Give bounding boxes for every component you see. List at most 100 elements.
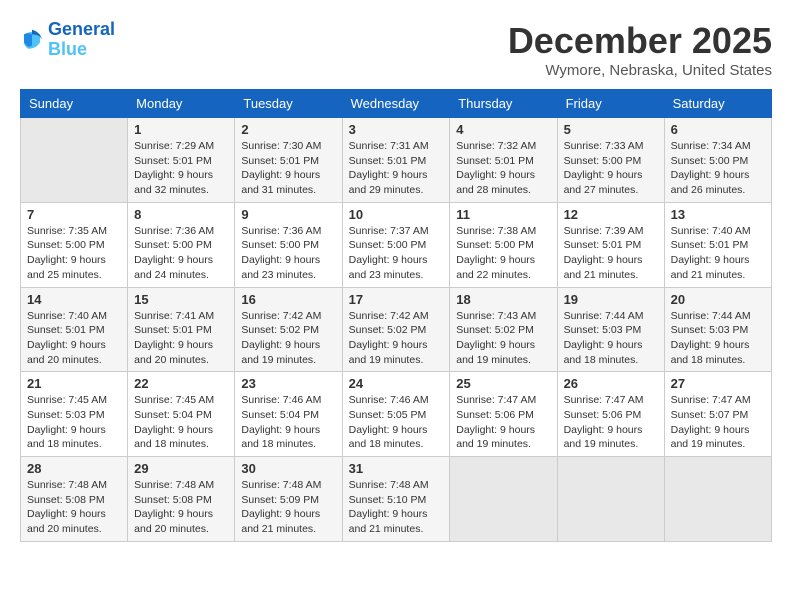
day-info: Sunrise: 7:36 AMSunset: 5:00 PMDaylight:… <box>134 224 228 283</box>
day-info: Sunrise: 7:39 AMSunset: 5:01 PMDaylight:… <box>564 224 658 283</box>
header-sunday: Sunday <box>21 90 128 118</box>
day-number: 26 <box>564 376 658 391</box>
day-info: Sunrise: 7:47 AMSunset: 5:06 PMDaylight:… <box>564 393 658 452</box>
day-number: 8 <box>134 207 228 222</box>
day-info: Sunrise: 7:45 AMSunset: 5:04 PMDaylight:… <box>134 393 228 452</box>
day-info: Sunrise: 7:30 AMSunset: 5:01 PMDaylight:… <box>241 139 335 198</box>
day-number: 2 <box>241 122 335 137</box>
day-number: 23 <box>241 376 335 391</box>
header-monday: Monday <box>128 90 235 118</box>
day-number: 18 <box>456 292 550 307</box>
calendar-cell: 30 Sunrise: 7:48 AMSunset: 5:09 PMDayligh… <box>235 457 342 542</box>
day-number: 29 <box>134 461 228 476</box>
calendar-cell: 22 Sunrise: 7:45 AMSunset: 5:04 PMDayligh… <box>128 372 235 457</box>
calendar-cell: 16 Sunrise: 7:42 AMSunset: 5:02 PMDayligh… <box>235 287 342 372</box>
calendar-cell: 23Sunrise: 7:46 AMSunset: 5:04 PMDayligh… <box>235 372 342 457</box>
calendar-cell: 12 Sunrise: 7:39 AMSunset: 5:01 PMDayligh… <box>557 202 664 287</box>
calendar-week-row: 1Sunrise: 7:29 AMSunset: 5:01 PMDaylight… <box>21 118 772 203</box>
day-number: 14 <box>27 292 121 307</box>
day-number: 31 <box>349 461 444 476</box>
calendar-cell: 3 Sunrise: 7:31 AMSunset: 5:01 PMDaylight… <box>342 118 450 203</box>
day-number: 10 <box>349 207 444 222</box>
header-tuesday: Tuesday <box>235 90 342 118</box>
calendar-cell: 24 Sunrise: 7:46 AMSunset: 5:05 PMDayligh… <box>342 372 450 457</box>
day-number: 1 <box>134 122 228 137</box>
calendar-cell: 4 Sunrise: 7:32 AMSunset: 5:01 PMDaylight… <box>450 118 557 203</box>
logo-icon <box>20 28 44 52</box>
calendar-cell <box>21 118 128 203</box>
day-info: Sunrise: 7:44 AMSunset: 5:03 PMDaylight:… <box>564 309 658 368</box>
day-number: 20 <box>671 292 765 307</box>
calendar-cell: 28 Sunrise: 7:48 AMSunset: 5:08 PMDayligh… <box>21 457 128 542</box>
calendar-cell: 21 Sunrise: 7:45 AMSunset: 5:03 PMDayligh… <box>21 372 128 457</box>
day-info: Sunrise: 7:32 AMSunset: 5:01 PMDaylight:… <box>456 139 550 198</box>
calendar-cell <box>557 457 664 542</box>
day-number: 16 <box>241 292 335 307</box>
calendar-cell: 27 Sunrise: 7:47 AMSunset: 5:07 PMDayligh… <box>664 372 771 457</box>
day-number: 15 <box>134 292 228 307</box>
day-info: Sunrise: 7:34 AMSunset: 5:00 PMDaylight:… <box>671 139 765 198</box>
day-number: 30 <box>241 461 335 476</box>
day-number: 25 <box>456 376 550 391</box>
calendar-cell: 7 Sunrise: 7:35 AMSunset: 5:00 PMDaylight… <box>21 202 128 287</box>
calendar-week-row: 21 Sunrise: 7:45 AMSunset: 5:03 PMDayligh… <box>21 372 772 457</box>
day-info: Sunrise: 7:42 AMSunset: 5:02 PMDaylight:… <box>241 309 335 368</box>
day-number: 7 <box>27 207 121 222</box>
calendar-cell: 8 Sunrise: 7:36 AMSunset: 5:00 PMDaylight… <box>128 202 235 287</box>
calendar-cell <box>450 457 557 542</box>
calendar-title: December 2025 <box>508 20 772 62</box>
day-number: 12 <box>564 207 658 222</box>
calendar-cell: 17 Sunrise: 7:42 AMSunset: 5:02 PMDayligh… <box>342 287 450 372</box>
title-section: December 2025 Wymore, Nebraska, United S… <box>508 20 772 79</box>
day-number: 27 <box>671 376 765 391</box>
day-number: 28 <box>27 461 121 476</box>
day-info: Sunrise: 7:48 AMSunset: 5:10 PMDaylight:… <box>349 478 444 537</box>
day-info: Sunrise: 7:48 AMSunset: 5:08 PMDaylight:… <box>134 478 228 537</box>
day-number: 17 <box>349 292 444 307</box>
day-info: Sunrise: 7:48 AMSunset: 5:08 PMDaylight:… <box>27 478 121 537</box>
weekday-header-row: Sunday Monday Tuesday Wednesday Thursday… <box>21 90 772 118</box>
day-info: Sunrise: 7:37 AMSunset: 5:00 PMDaylight:… <box>349 224 444 283</box>
day-info: Sunrise: 7:42 AMSunset: 5:02 PMDaylight:… <box>349 309 444 368</box>
day-number: 3 <box>349 122 444 137</box>
day-info: Sunrise: 7:38 AMSunset: 5:00 PMDaylight:… <box>456 224 550 283</box>
calendar-week-row: 14 Sunrise: 7:40 AMSunset: 5:01 PMDayligh… <box>21 287 772 372</box>
calendar-week-row: 28 Sunrise: 7:48 AMSunset: 5:08 PMDayligh… <box>21 457 772 542</box>
day-number: 21 <box>27 376 121 391</box>
day-info: Sunrise: 7:47 AMSunset: 5:07 PMDaylight:… <box>671 393 765 452</box>
calendar-cell: 14 Sunrise: 7:40 AMSunset: 5:01 PMDayligh… <box>21 287 128 372</box>
calendar-cell: 19 Sunrise: 7:44 AMSunset: 5:03 PMDayligh… <box>557 287 664 372</box>
day-info: Sunrise: 7:46 AMSunset: 5:05 PMDaylight:… <box>349 393 444 452</box>
day-info: Sunrise: 7:48 AMSunset: 5:09 PMDaylight:… <box>241 478 335 537</box>
calendar-cell: 15 Sunrise: 7:41 AMSunset: 5:01 PMDayligh… <box>128 287 235 372</box>
day-info: Sunrise: 7:47 AMSunset: 5:06 PMDaylight:… <box>456 393 550 452</box>
calendar-cell: 31 Sunrise: 7:48 AMSunset: 5:10 PMDayligh… <box>342 457 450 542</box>
calendar-cell: 5Sunrise: 7:33 AMSunset: 5:00 PMDaylight… <box>557 118 664 203</box>
day-info: Sunrise: 7:45 AMSunset: 5:03 PMDaylight:… <box>27 393 121 452</box>
calendar-cell <box>664 457 771 542</box>
day-info: Sunrise: 7:44 AMSunset: 5:03 PMDaylight:… <box>671 309 765 368</box>
day-info: Sunrise: 7:41 AMSunset: 5:01 PMDaylight:… <box>134 309 228 368</box>
header-saturday: Saturday <box>664 90 771 118</box>
calendar-cell: 29 Sunrise: 7:48 AMSunset: 5:08 PMDayligh… <box>128 457 235 542</box>
day-info: Sunrise: 7:35 AMSunset: 5:00 PMDaylight:… <box>27 224 121 283</box>
day-info: Sunrise: 7:40 AMSunset: 5:01 PMDaylight:… <box>27 309 121 368</box>
calendar-header: Sunday Monday Tuesday Wednesday Thursday… <box>21 90 772 118</box>
page-header: General Blue December 2025 Wymore, Nebra… <box>20 20 772 79</box>
day-info: Sunrise: 7:43 AMSunset: 5:02 PMDaylight:… <box>456 309 550 368</box>
calendar-cell: 26 Sunrise: 7:47 AMSunset: 5:06 PMDayligh… <box>557 372 664 457</box>
day-info: Sunrise: 7:31 AMSunset: 5:01 PMDaylight:… <box>349 139 444 198</box>
calendar-cell: 25 Sunrise: 7:47 AMSunset: 5:06 PMDayligh… <box>450 372 557 457</box>
calendar-cell: 2 Sunrise: 7:30 AMSunset: 5:01 PMDaylight… <box>235 118 342 203</box>
day-number: 19 <box>564 292 658 307</box>
day-number: 4 <box>456 122 550 137</box>
day-number: 11 <box>456 207 550 222</box>
day-info: Sunrise: 7:33 AMSunset: 5:00 PMDaylight:… <box>564 139 658 198</box>
day-number: 22 <box>134 376 228 391</box>
day-number: 13 <box>671 207 765 222</box>
day-number: 24 <box>349 376 444 391</box>
logo-text: General Blue <box>48 20 115 60</box>
calendar-cell: 6Sunrise: 7:34 AMSunset: 5:00 PMDaylight… <box>664 118 771 203</box>
calendar-cell: 10 Sunrise: 7:37 AMSunset: 5:00 PMDayligh… <box>342 202 450 287</box>
calendar-week-row: 7 Sunrise: 7:35 AMSunset: 5:00 PMDaylight… <box>21 202 772 287</box>
